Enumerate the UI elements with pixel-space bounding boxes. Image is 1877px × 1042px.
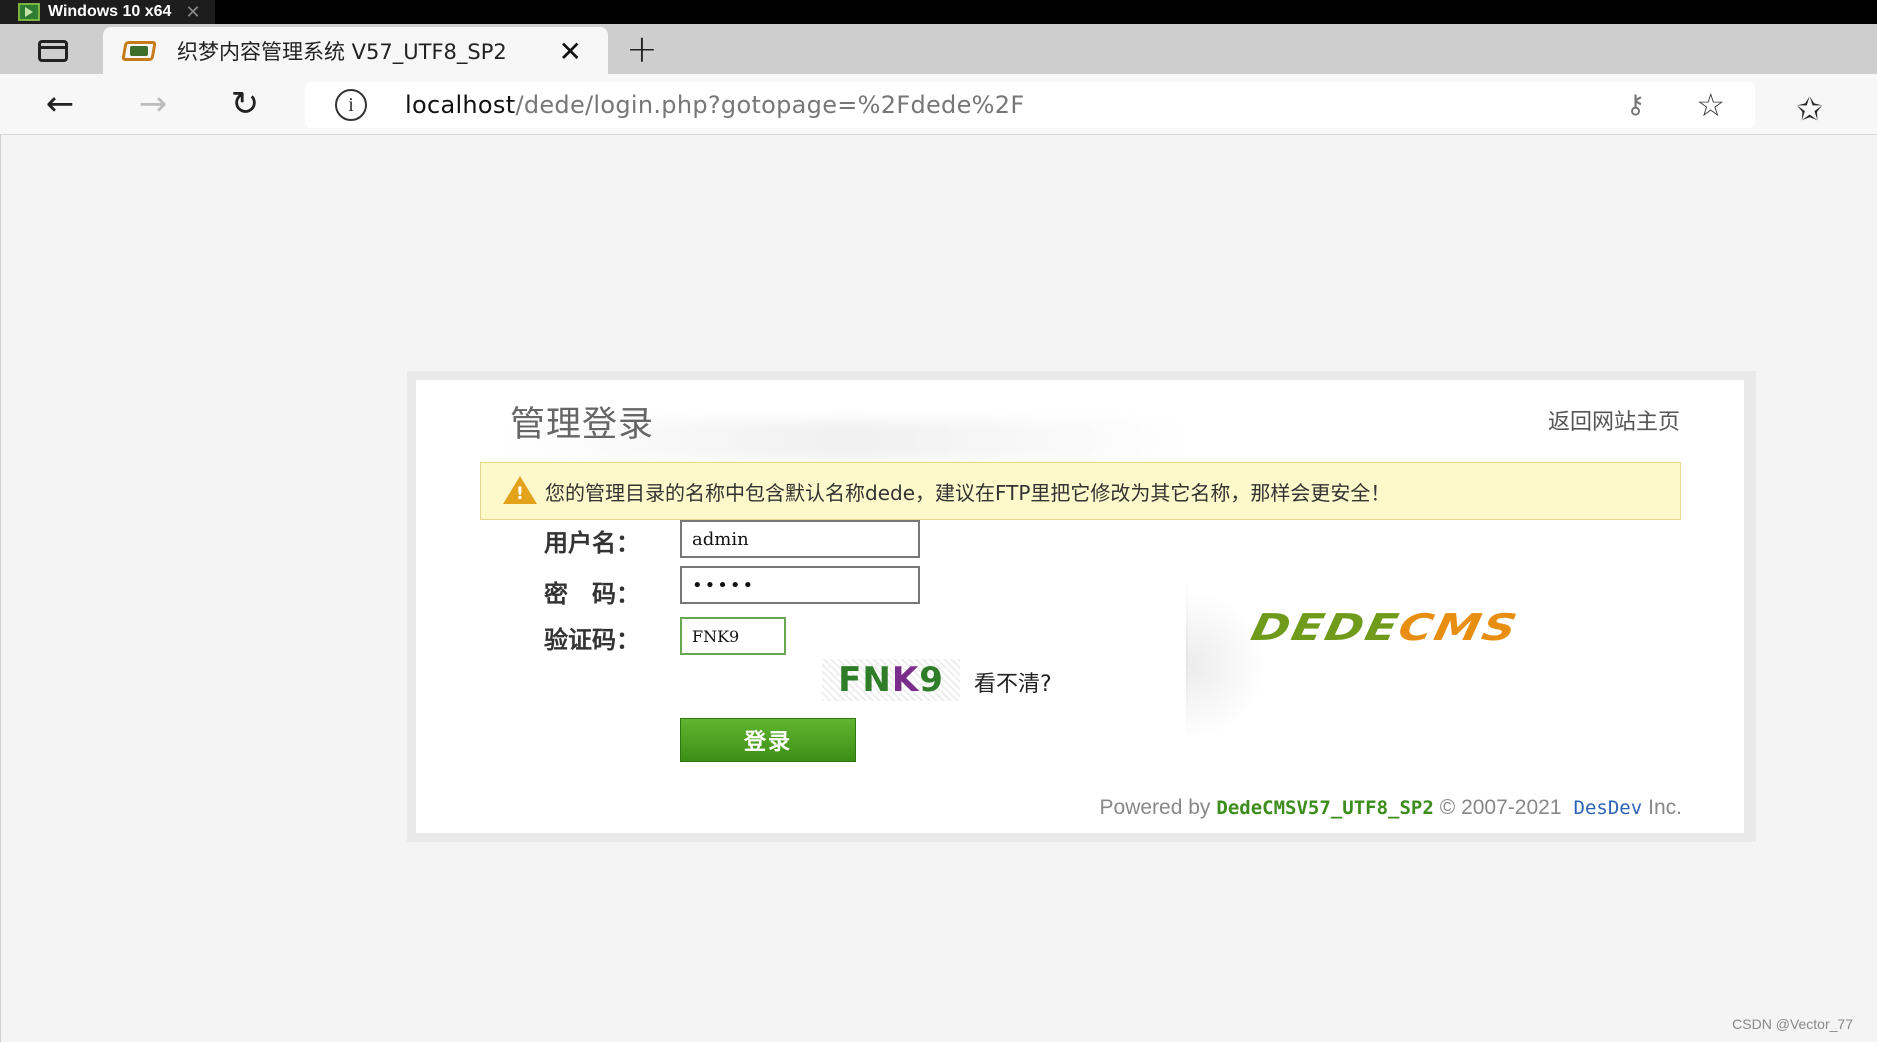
warning-icon — [503, 476, 537, 506]
footer-inc: Inc. — [1648, 796, 1682, 819]
login-box: 管理登录 返回网站主页 您的管理目录的名称中包含默认名称dede，建议在FTP里… — [416, 380, 1744, 833]
watermark: CSDN @Vector_77 — [1732, 1016, 1853, 1032]
captcha-label: 验证码： — [544, 626, 640, 654]
vm-title: Windows 10 x64 — [48, 3, 172, 20]
login-title: 管理登录 — [510, 405, 655, 445]
vm-titlebar: Windows 10 x64 ✕ — [0, 0, 1877, 24]
url-text[interactable]: localhost/dede/login.php?gotopage=%2Fded… — [405, 91, 1024, 119]
browser-toolbar: ← → ↻ i localhost/dede/login.php?gotopag… — [0, 74, 1877, 135]
captcha-chars-2: K — [891, 660, 920, 700]
footer-prefix: Powered by — [1099, 796, 1211, 819]
refresh-icon[interactable]: ↻ — [225, 84, 265, 124]
tab-actions-icon[interactable] — [30, 38, 72, 62]
back-home-link[interactable]: 返回网站主页 — [1548, 404, 1680, 436]
browser-tab[interactable]: 织梦内容管理系统 V57_UTF8_SP2 ✕ — [103, 27, 608, 74]
logo-text-dede: DEDE — [1247, 605, 1404, 649]
vm-logo-icon — [18, 3, 40, 21]
tab-title: 织梦内容管理系统 V57_UTF8_SP2 — [177, 39, 507, 64]
dedecms-favicon-icon — [121, 39, 157, 63]
forward-arrow-icon[interactable]: → — [133, 84, 173, 124]
footer: Powered by DedeCMSV57_UTF8_SP2 © 2007-20… — [1100, 796, 1682, 820]
captcha-chars-3: 9 — [919, 660, 944, 700]
password-label: 密 码： — [544, 580, 640, 608]
password-input[interactable]: ••••• — [680, 566, 920, 604]
address-bar[interactable]: i localhost/dede/login.php?gotopage=%2Fd… — [305, 82, 1755, 128]
captcha-refresh-link[interactable]: 看不清? — [974, 666, 1052, 698]
favorites-icon[interactable]: ✩ — [1796, 90, 1823, 128]
vm-close-icon[interactable]: ✕ — [185, 2, 200, 23]
tab-close-icon[interactable]: ✕ — [559, 35, 582, 68]
back-arrow-icon[interactable]: ← — [40, 84, 80, 124]
username-label: 用户名： — [544, 529, 640, 557]
footer-version-link[interactable]: DedeCMSV57_UTF8_SP2 — [1216, 797, 1433, 819]
vm-tab[interactable]: Windows 10 x64 ✕ — [0, 0, 215, 24]
captcha-image[interactable]: FN K 9 — [822, 659, 960, 701]
info-icon[interactable]: i — [335, 89, 367, 121]
captcha-input[interactable]: FNK9 — [680, 617, 786, 655]
captcha-chars-1: FN — [838, 660, 892, 700]
add-favorite-icon[interactable]: ☆ — [1696, 86, 1725, 124]
footer-copyright: © 2007-2021 — [1439, 796, 1562, 819]
new-tab-button[interactable]: + — [626, 27, 658, 71]
page-viewport: 管理登录 返回网站主页 您的管理目录的名称中包含默认名称dede，建议在FTP里… — [0, 135, 1877, 1042]
footer-dev-link[interactable]: DesDev — [1574, 797, 1643, 819]
login-button[interactable]: 登录 — [680, 718, 856, 762]
dedecms-logo: DEDECMS — [1247, 605, 1522, 648]
tab-strip: 织梦内容管理系统 V57_UTF8_SP2 ✕ + — [0, 24, 1877, 74]
key-icon[interactable]: ⚷ — [1626, 90, 1645, 120]
username-input[interactable]: admin — [680, 520, 920, 558]
alert-text: 您的管理目录的名称中包含默认名称dede，建议在FTP里把它修改为其它名称，那样… — [545, 480, 1391, 505]
url-host: localhost — [405, 91, 516, 119]
login-panel: 管理登录 返回网站主页 您的管理目录的名称中包含默认名称dede，建议在FTP里… — [407, 371, 1756, 842]
security-alert: 您的管理目录的名称中包含默认名称dede，建议在FTP里把它修改为其它名称，那样… — [480, 462, 1681, 520]
url-path: /dede/login.php?gotopage=%2Fdede%2F — [515, 91, 1025, 119]
logo-text-cms: CMS — [1394, 605, 1523, 649]
